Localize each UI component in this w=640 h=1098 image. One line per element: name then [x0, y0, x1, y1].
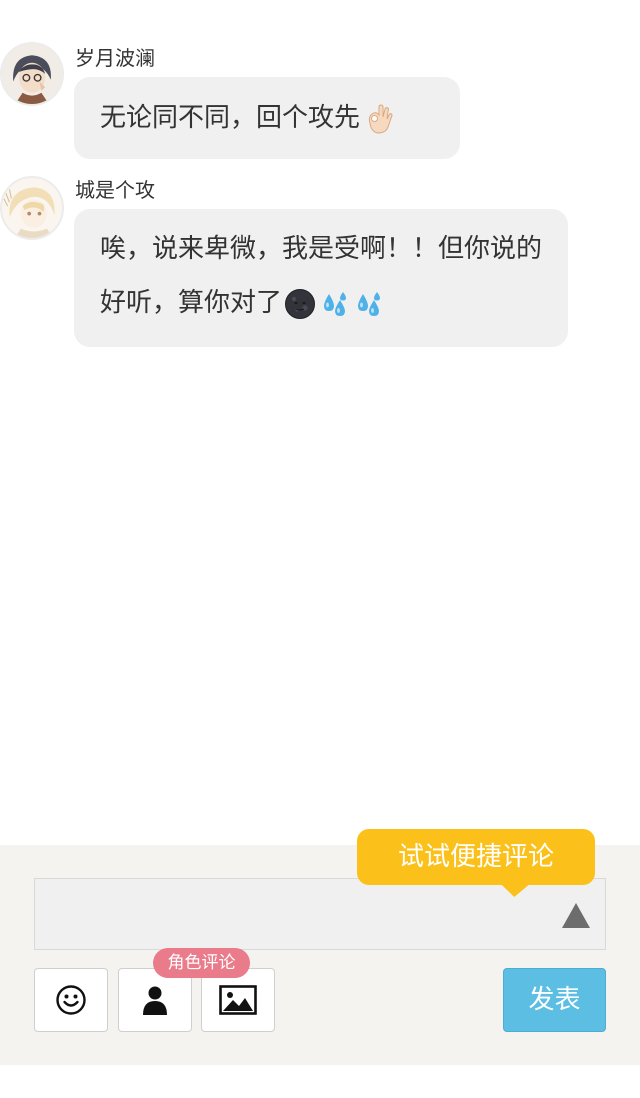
- smiley-icon: [56, 985, 86, 1015]
- emoji-button[interactable]: [34, 968, 108, 1032]
- triangle-up-icon[interactable]: [561, 901, 591, 929]
- new-moon-face-emoji: [285, 288, 316, 319]
- ok-hand-emoji: [368, 103, 393, 134]
- sweat-droplets-emoji: [358, 291, 381, 316]
- author-name[interactable]: 岁月波澜: [75, 46, 155, 70]
- comment-item: 城是个攻 唉，说来卑微，我是受啊！！但你说的好听，算你对了: [0, 176, 640, 351]
- sweat-droplets-emoji: [324, 291, 347, 316]
- comment-thread-page: 岁月波澜 无论同不同，回个攻先 城是个攻 唉，说来卑微，我是受啊！！但你说的好听…: [0, 0, 640, 1098]
- avatar[interactable]: [0, 176, 64, 240]
- image-icon: [219, 985, 257, 1015]
- quick-comment-tooltip[interactable]: 试试便捷评论: [357, 829, 595, 897]
- message-text: 无论同不同，回个攻先: [100, 103, 361, 133]
- message-bubble: 无论同不同，回个攻先: [74, 77, 460, 159]
- avatar[interactable]: [0, 42, 64, 106]
- comment-item: 岁月波澜 无论同不同，回个攻先: [0, 42, 640, 162]
- tooltip-tail: [495, 879, 543, 897]
- person-icon: [143, 986, 167, 1015]
- author-name[interactable]: 城是个攻: [75, 178, 155, 202]
- quick-comment-hint: 试试便捷评论: [397, 842, 554, 872]
- role-comment-badge: 角色评论: [153, 948, 250, 978]
- comment-composer: 试试便捷评论 角色评论 发表: [0, 829, 640, 1065]
- message-bubble: 唉，说来卑微，我是受啊！！但你说的好听，算你对了: [74, 209, 568, 347]
- submit-button[interactable]: 发表: [503, 968, 606, 1032]
